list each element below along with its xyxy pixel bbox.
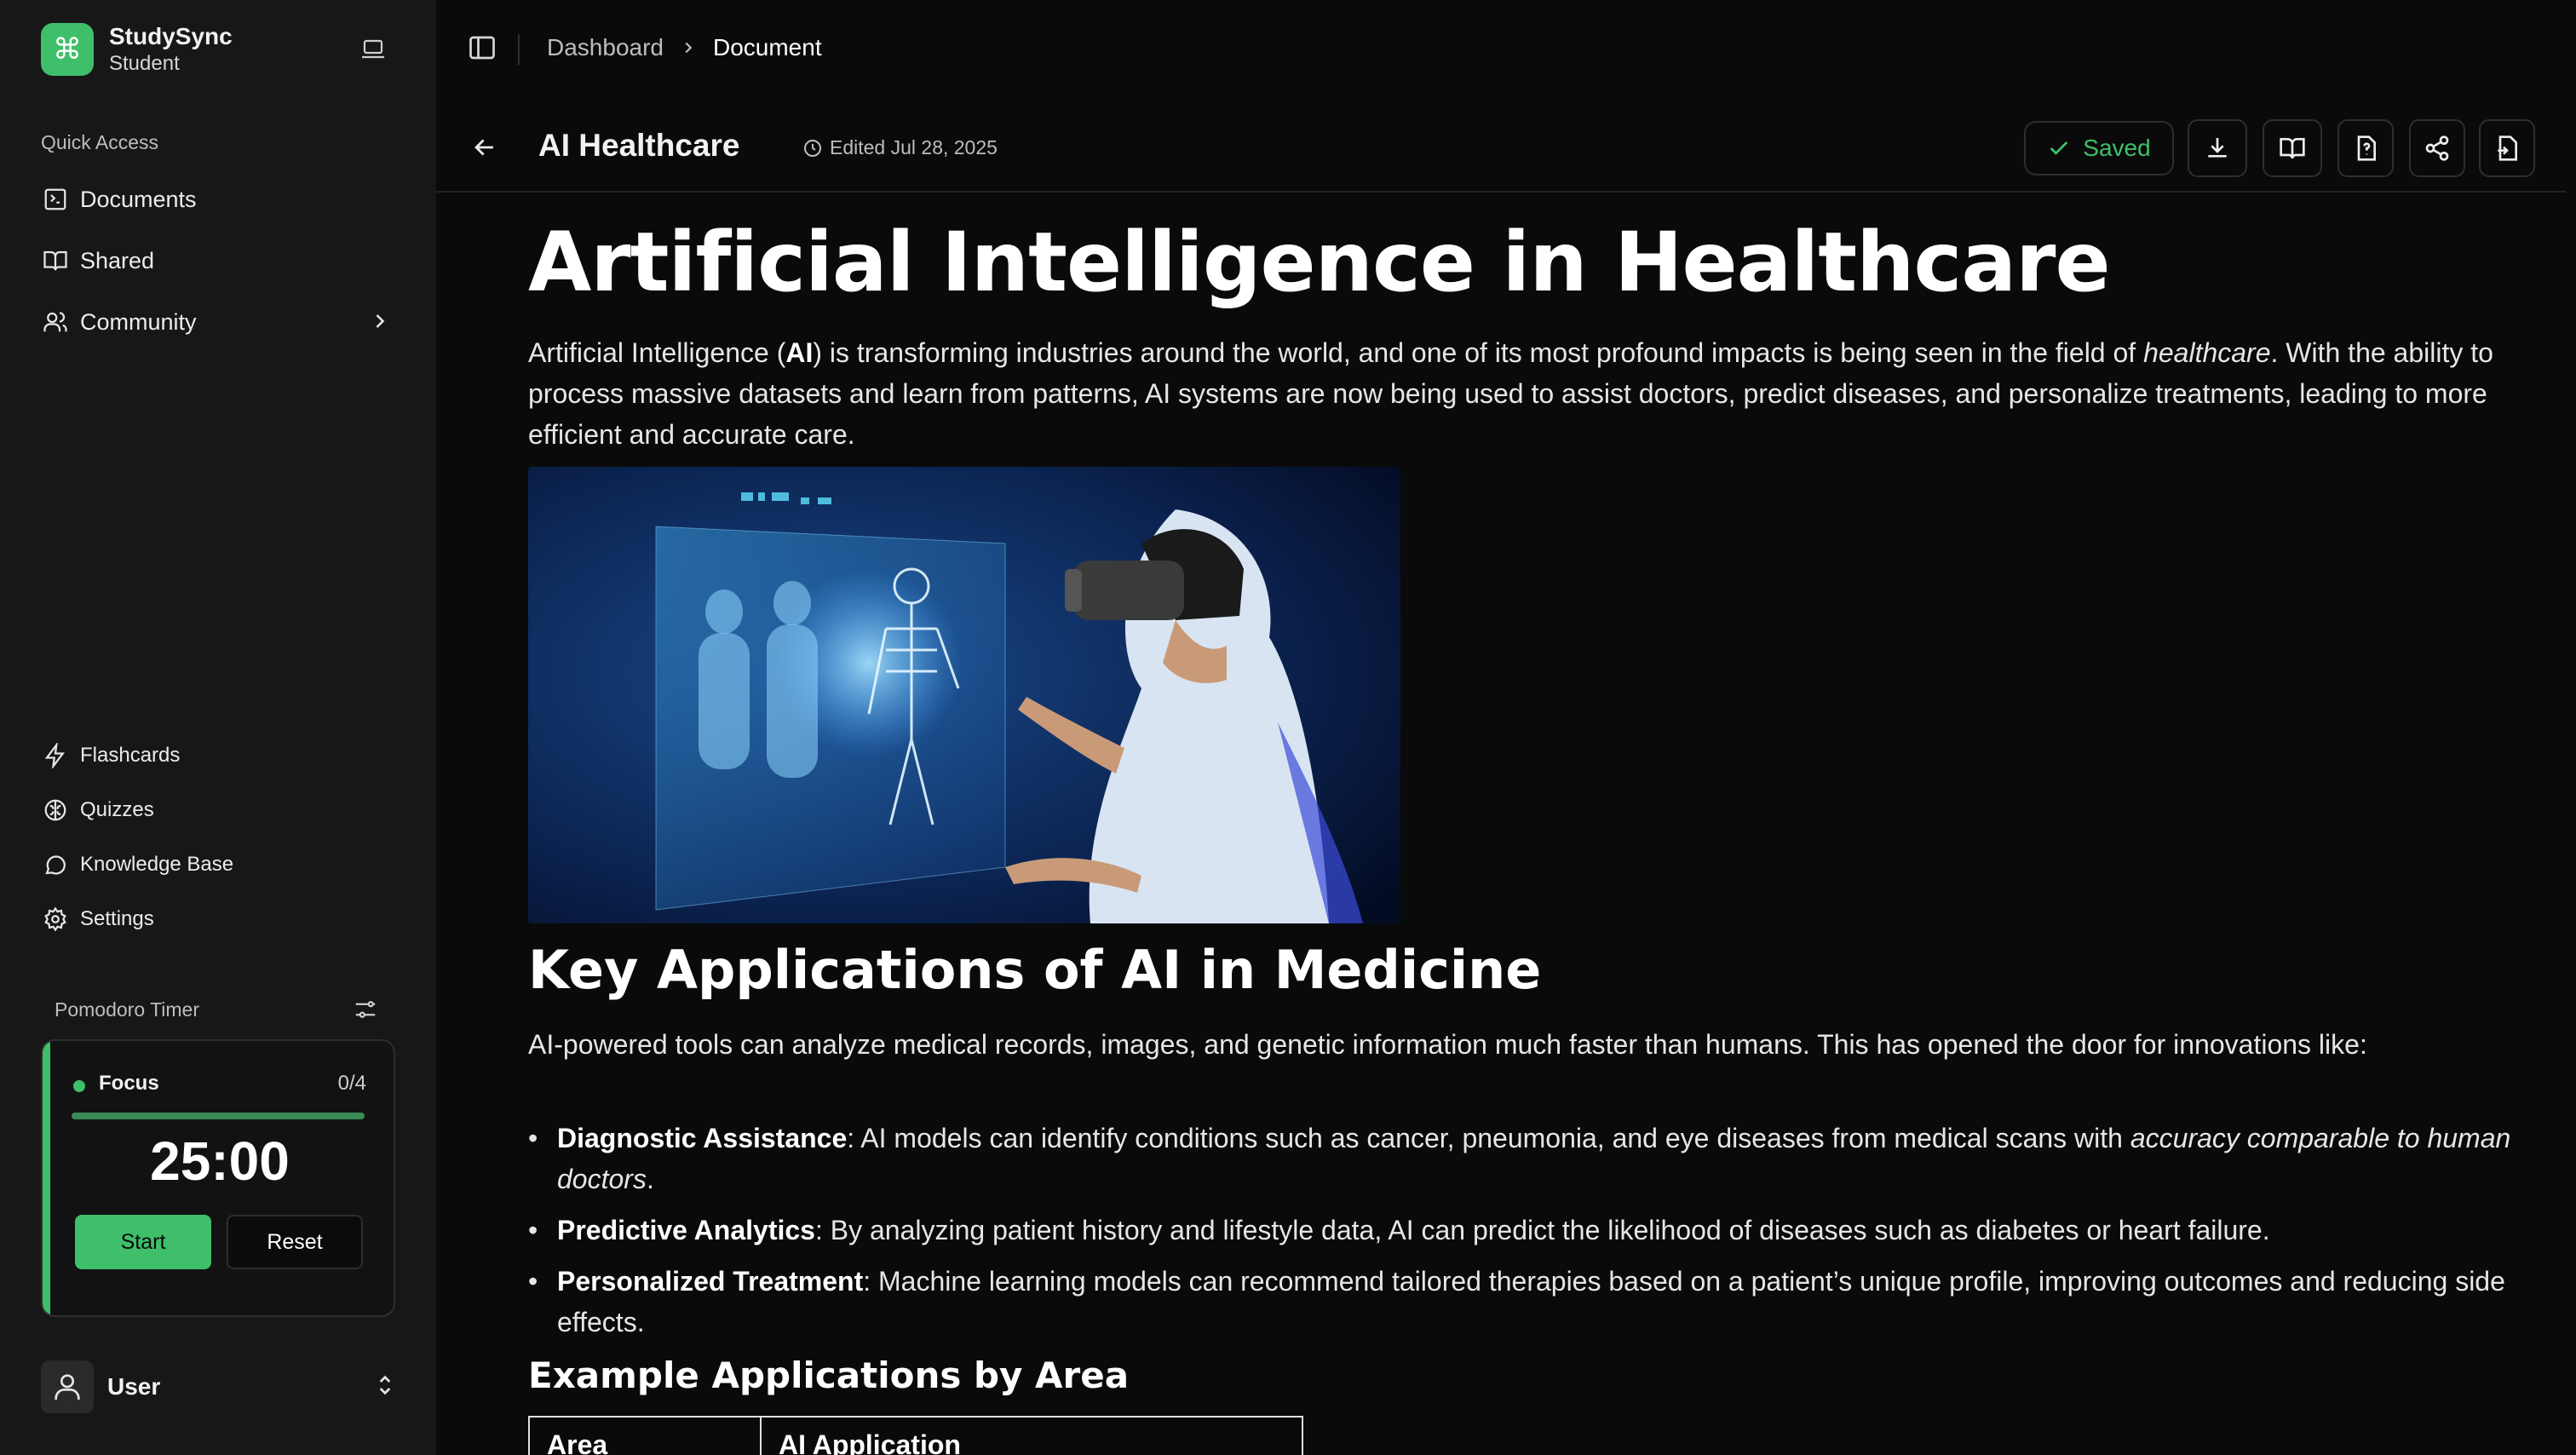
table-header: Area <box>528 1416 762 1455</box>
pomodoro-progress <box>72 1113 365 1119</box>
pomodoro-title: Pomodoro Timer <box>55 998 200 1021</box>
main-area: Dashboard Document AI Healthcare Edited … <box>436 0 2576 1455</box>
breadcrumb-dashboard[interactable]: Dashboard <box>547 34 664 61</box>
sidebar-item-label: Knowledge Base <box>80 853 234 876</box>
intro-emphasis: healthcare <box>2143 337 2271 368</box>
list-item: Predictive Analytics: By analyzing patie… <box>528 1210 2516 1251</box>
user-menu[interactable]: User <box>41 1360 399 1414</box>
pomodoro-card: Focus 0/4 25:00 Start Reset <box>41 1039 395 1317</box>
list-item: Personalized Treatment: Machine learning… <box>528 1261 2516 1343</box>
brand[interactable]: ⌘ StudySync Student <box>41 22 233 77</box>
sidebar-item-label: Flashcards <box>80 744 181 767</box>
quiz-document-button[interactable] <box>2337 119 2394 177</box>
list-item-text: : By analyzing patient history and lifes… <box>814 1215 2270 1245</box>
pomodoro-mode: Focus <box>99 1072 159 1095</box>
sidebar-item-label: Shared <box>80 247 155 273</box>
book-open-icon <box>41 246 70 275</box>
document-title: Artificial Intelligence in Healthcare <box>528 215 2111 310</box>
document-icon <box>41 185 70 214</box>
users-icon <box>41 308 70 336</box>
chat-bubble-icon <box>41 850 70 879</box>
list-item-term: Diagnostic Assistance <box>557 1123 848 1153</box>
gear-icon <box>41 905 70 934</box>
pomodoro-count: 0/4 <box>337 1072 366 1095</box>
table-header-row: Area AI Application <box>528 1416 1303 1455</box>
sidebar-item-label: Quizzes <box>80 798 154 821</box>
quick-access-label: Quick Access <box>41 131 159 153</box>
section-heading: Key Applications of AI in Medicine <box>528 939 1542 1001</box>
brand-role: Student <box>109 52 180 75</box>
command-logo-icon: ⌘ <box>41 23 94 76</box>
sidebar-item-knowledge-base[interactable]: Knowledge Base <box>31 842 405 888</box>
edited-text: Edited Jul 28, 2025 <box>830 136 998 158</box>
file-question-icon <box>2357 135 2376 161</box>
edited-timestamp: Edited Jul 28, 2025 <box>802 136 998 159</box>
avatar <box>41 1360 94 1413</box>
export-button[interactable] <box>2479 119 2535 177</box>
share-icon <box>2425 135 2449 161</box>
download-button[interactable] <box>2188 119 2247 177</box>
back-arrow-icon[interactable] <box>470 133 499 162</box>
intro-text: Artificial Intelligence ( <box>528 337 786 368</box>
brand-name: StudySync <box>109 23 233 49</box>
sidebar-item-label: Settings <box>80 907 154 930</box>
sidebar-item-label: Documents <box>80 186 197 212</box>
sidebar-item-shared[interactable]: Shared <box>31 234 405 287</box>
brain-icon <box>41 796 70 825</box>
applications-table: Area AI Application <box>528 1416 1303 1455</box>
chevron-right-icon <box>679 38 698 57</box>
intro-bold: AI <box>785 337 814 368</box>
document-name: AI Healthcare <box>538 128 740 163</box>
sidebar-item-flashcards[interactable]: Flashcards <box>31 733 405 779</box>
share-button[interactable] <box>2409 119 2465 177</box>
hero-image <box>528 467 1400 923</box>
breadcrumb: Dashboard Document <box>547 34 822 61</box>
pomodoro-time: 25:00 <box>150 1130 290 1192</box>
section-paragraph: AI-powered tools can analyze medical rec… <box>528 1029 2367 1060</box>
book-open-icon <box>2280 138 2305 159</box>
user-name: User <box>107 1373 161 1400</box>
reader-mode-button[interactable] <box>2263 119 2322 177</box>
intro-paragraph: Artificial Intelligence (AI) is transfor… <box>528 332 2521 455</box>
saved-label: Saved <box>2083 135 2151 161</box>
list-item-text: . <box>646 1164 654 1194</box>
list-item-term: Predictive Analytics <box>557 1215 815 1245</box>
reset-button[interactable]: Reset <box>227 1215 363 1269</box>
list-item-text: : AI models can identify conditions such… <box>847 1123 2130 1153</box>
subheading: Example Applications by Area <box>528 1354 1130 1396</box>
sidebar-item-label: Community <box>80 308 197 335</box>
sidebar-item-quizzes[interactable]: Quizzes <box>31 787 405 833</box>
saved-status-button[interactable]: Saved <box>2024 121 2174 175</box>
sidebar-item-community[interactable]: Community <box>31 296 405 348</box>
laptop-icon[interactable] <box>358 34 388 65</box>
sidebar-toggle-icon[interactable] <box>467 32 497 63</box>
table-header: AI Application <box>760 1416 1303 1455</box>
breadcrumb-current: Document <box>712 34 822 60</box>
pomodoro-progress-fill <box>72 1113 365 1119</box>
document-header: AI Healthcare Edited Jul 28, 2025 Saved <box>436 116 2566 193</box>
topbar: Dashboard Document <box>436 0 2566 99</box>
lightning-icon <box>41 741 70 770</box>
list-item-term: Personalized Treatment <box>557 1266 864 1297</box>
clock-icon <box>804 139 821 157</box>
chevron-updown-icon <box>371 1372 399 1399</box>
file-export-icon <box>2498 135 2517 161</box>
check-icon <box>2050 141 2068 155</box>
sidebar: ⌘ StudySync Student Quick Access Documen… <box>0 0 436 1455</box>
start-button[interactable]: Start <box>75 1215 211 1269</box>
list-item: Diagnostic Assistance: AI models can ide… <box>528 1118 2516 1199</box>
sidebar-item-documents[interactable]: Documents <box>31 173 405 226</box>
intro-text: ) is transforming industries around the … <box>813 337 2144 368</box>
download-icon <box>2208 138 2227 158</box>
chevron-right-icon <box>368 309 392 333</box>
sliders-icon[interactable] <box>353 997 378 1022</box>
divider <box>518 34 520 65</box>
status-dot <box>73 1080 85 1092</box>
sidebar-item-settings[interactable]: Settings <box>31 896 405 942</box>
